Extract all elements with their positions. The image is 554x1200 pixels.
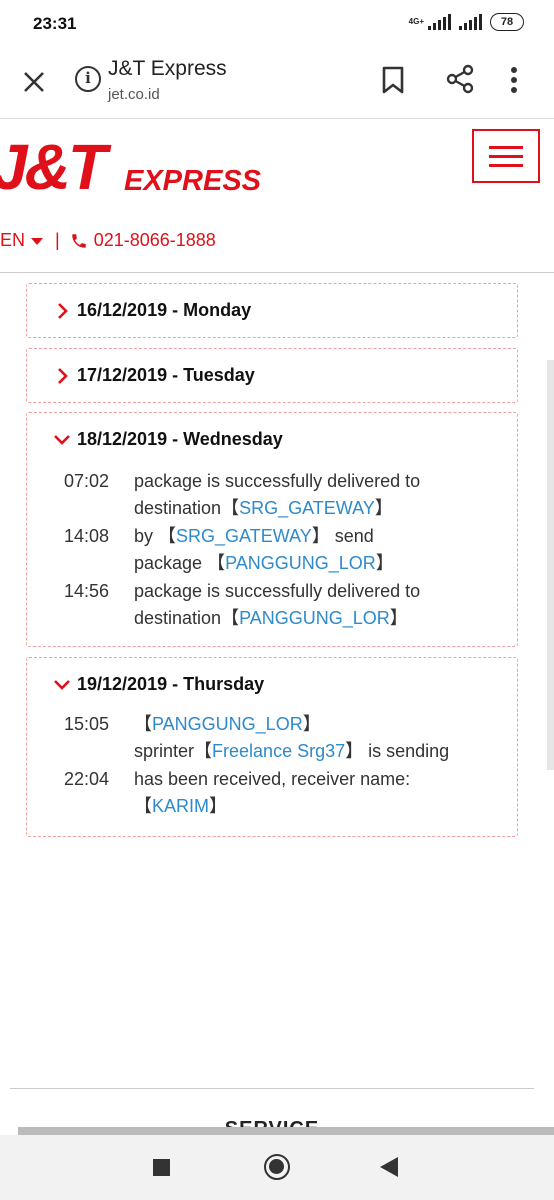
recent-apps-icon[interactable] <box>153 1159 170 1176</box>
day-label: 18/12/2019 - Wednesday <box>77 429 283 449</box>
event-time: 22:04 <box>64 769 110 789</box>
event-text: package <box>134 553 203 573</box>
phone-link[interactable]: 021-8066-1888 <box>70 230 216 251</box>
bracket-close: 】 <box>345 741 364 761</box>
bracket-open: 【 <box>207 553 226 573</box>
status-time: 23:31 <box>33 14 77 33</box>
header-contact-bar: EN | 021-8066-1888 <box>0 230 216 251</box>
footer-shadow <box>18 1127 554 1135</box>
chevron-down-icon <box>54 434 70 445</box>
page-url: jet.co.id <box>108 86 160 103</box>
day-header[interactable]: 18/12/2019 - Wednesday <box>53 429 283 450</box>
tracking-day-card[interactable]: 19/12/2019 - Thursday 15:05 【PANGGUNG_LO… <box>26 657 518 837</box>
day-header[interactable]: 16/12/2019 - Monday <box>53 300 251 321</box>
bracket-close: 】 <box>311 526 330 546</box>
event-text: sprinter <box>134 741 195 761</box>
event-time: 07:02 <box>64 471 110 491</box>
bracket-close: 】 <box>374 498 393 518</box>
tracking-day-card[interactable]: 16/12/2019 - Monday <box>26 283 518 338</box>
status-bar: 23:31 4G+ 78 <box>0 0 554 48</box>
bracket-close: 】 <box>209 796 228 816</box>
bracket-open: 【 <box>221 608 240 628</box>
location-link[interactable]: PANGGUNG_LOR <box>225 553 376 573</box>
signal-icon <box>428 14 451 30</box>
phone-icon <box>71 233 86 248</box>
menu-bar-icon <box>489 146 523 149</box>
day-label: 17/12/2019 - Tuesday <box>77 365 255 385</box>
tracking-day-card[interactable]: 17/12/2019 - Tuesday <box>26 348 518 403</box>
event-time: 14:08 <box>64 526 110 546</box>
scrollbar[interactable] <box>547 360 554 770</box>
bracket-open: 【 <box>194 741 213 761</box>
location-link[interactable]: PANGGUNG_LOR <box>152 714 303 734</box>
bracket-close: 】 <box>375 553 394 573</box>
event-description: package is successfully delivered to dest… <box>134 578 464 632</box>
logo-main-text: J&T <box>0 131 107 203</box>
event-text: by <box>134 526 154 546</box>
network-type-label: 4G+ <box>408 17 424 26</box>
separator: | <box>55 230 60 250</box>
chevron-right-icon <box>58 302 68 319</box>
location-link[interactable]: SRG_GATEWAY <box>176 526 312 546</box>
day-header[interactable]: 17/12/2019 - Tuesday <box>53 365 255 386</box>
bracket-open: 【 <box>134 714 152 734</box>
page-title: J&T Express <box>108 57 227 80</box>
home-icon[interactable] <box>264 1154 290 1180</box>
receiver-name: KARIM <box>152 796 210 816</box>
bracket-open: 【 <box>221 498 240 518</box>
chevron-down-icon[interactable] <box>31 238 44 245</box>
day-label: 16/12/2019 - Monday <box>77 300 252 320</box>
bracket-close: 】 <box>389 608 408 628</box>
event-time: 14:56 <box>64 581 110 601</box>
system-nav-bar <box>0 1135 554 1200</box>
event-description: has been received, receiver name: 【KARIM】 <box>134 766 464 820</box>
bracket-open: 【 <box>158 526 177 546</box>
language-selector[interactable]: EN <box>0 230 25 251</box>
bracket-close: 】 <box>302 714 321 734</box>
back-icon[interactable] <box>380 1157 398 1177</box>
event-text: has been received, receiver name: <box>134 769 411 789</box>
event-description: by 【SRG_GATEWAY】 send package 【PANGGUNG_L… <box>134 523 464 577</box>
battery-icon: 78 <box>490 13 524 31</box>
share-icon[interactable] <box>445 64 475 94</box>
footer-divider <box>10 1088 534 1089</box>
status-icons: 4G+ 78 <box>409 13 524 31</box>
phone-number: 021-8066-1888 <box>93 230 216 250</box>
close-icon[interactable] <box>18 66 50 98</box>
event-description: package is successfully delivered to dest… <box>134 468 464 522</box>
event-text: destination <box>134 608 222 628</box>
signal-icon-2 <box>459 14 482 30</box>
info-icon-glyph: i <box>85 69 91 87</box>
bookmark-icon[interactable] <box>381 65 405 95</box>
location-link[interactable]: SRG_GATEWAY <box>239 498 375 518</box>
menu-bar-icon <box>489 164 523 167</box>
browser-toolbar: i J&T Express jet.co.id <box>0 48 554 119</box>
event-text: send <box>334 526 374 546</box>
chevron-right-icon <box>58 367 68 384</box>
menu-bar-icon <box>489 155 523 158</box>
logo-sub-text: EXPRESS <box>124 165 261 197</box>
battery-level: 78 <box>500 16 514 28</box>
event-text: destination <box>134 498 222 518</box>
event-text: package is successfully delivered to <box>134 471 421 491</box>
event-text: package is successfully delivered to <box>134 581 421 601</box>
hamburger-menu-button[interactable] <box>472 129 540 183</box>
event-time: 15:05 <box>64 714 110 734</box>
more-options-icon[interactable] <box>510 66 518 94</box>
location-link[interactable]: PANGGUNG_LOR <box>239 608 390 628</box>
tracking-day-card[interactable]: 18/12/2019 - Wednesday 07:02 package is … <box>26 412 518 647</box>
info-icon[interactable]: i <box>75 66 101 92</box>
day-label: 19/12/2019 - Thursday <box>77 674 265 694</box>
day-header[interactable]: 19/12/2019 - Thursday <box>53 674 264 695</box>
courier-link[interactable]: Freelance Srg37 <box>212 741 345 761</box>
header-divider <box>0 272 554 273</box>
event-description: 【PANGGUNG_LOR】 sprinter【Freelance Srg37】 … <box>134 711 464 765</box>
chevron-down-icon <box>54 679 70 690</box>
event-text: is sending <box>368 741 450 761</box>
bracket-open: 【 <box>134 796 152 816</box>
